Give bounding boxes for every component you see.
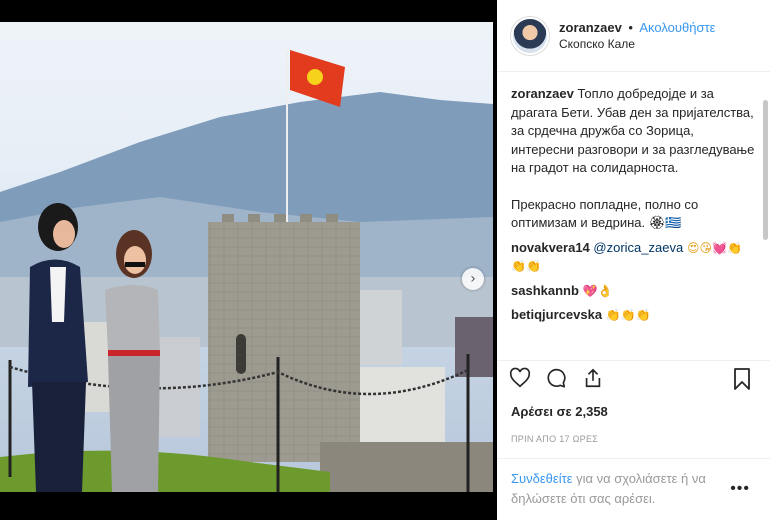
comment-text: 👏👏👏	[602, 308, 651, 322]
username-link[interactable]: zoranzaev	[559, 20, 622, 35]
post-photo[interactable]: ›	[0, 22, 493, 492]
likes-count[interactable]: Αρέσει σε 2,358	[511, 404, 608, 419]
heart-icon[interactable]	[509, 367, 531, 389]
comment-mention[interactable]: @zorica_zaeva	[593, 240, 683, 255]
caption: zoranzaev Топло добредојде и за драгата …	[511, 85, 756, 233]
next-image-button[interactable]: ›	[462, 268, 484, 290]
comments-list[interactable]: zoranzaev Топло добредојде и за драгата …	[511, 85, 756, 353]
comment-icon[interactable]	[545, 367, 567, 389]
comment-username[interactable]: sashkannb	[511, 283, 579, 298]
post-sidebar: zoranzaev • Ακολουθήστε Скопско Кале zor…	[497, 0, 770, 520]
header-text: zoranzaev • Ακολουθήστε Скопско Кале	[559, 20, 715, 52]
post-header: zoranzaev • Ακολουθήστε Скопско Кале	[497, 0, 770, 72]
comment-item: sashkannb 💖👌	[511, 282, 756, 301]
caption-username[interactable]: zoranzaev	[511, 86, 574, 101]
comment-username[interactable]: novakvera14	[511, 240, 590, 255]
share-icon[interactable]	[582, 367, 604, 389]
separator-dot: •	[628, 19, 633, 35]
comments-scrollbar[interactable]	[763, 100, 768, 240]
action-bar	[497, 360, 770, 400]
comment-text: 💖👌	[578, 283, 613, 298]
post-timestamp[interactable]: ΠΡΙΝ ΑΠΟ 17 ΩΡΕΣ	[511, 434, 598, 444]
caption-text-2: Прекрасно попладне, полно со оптимизам и…	[511, 196, 699, 231]
location-link[interactable]: Скопско Кале	[559, 36, 715, 52]
more-options-button[interactable]: •••	[730, 479, 750, 499]
comment-username[interactable]: betiqjurcevska	[511, 307, 602, 322]
follow-button[interactable]: Ακολουθήστε	[639, 20, 715, 35]
login-link[interactable]: Συνδεθείτε	[511, 471, 573, 486]
avatar[interactable]	[511, 16, 549, 55]
login-prompt: Συνδεθείτε για να σχολιάσετε ή να δηλώσε…	[497, 458, 770, 520]
photo-illustration	[0, 50, 493, 492]
comment-item: novakvera14 @zorica_zaeva 😍😘💓👏👏👏	[511, 239, 756, 276]
bookmark-icon[interactable]	[732, 367, 752, 391]
comment-item: betiqjurcevska 👏👏👏	[511, 306, 756, 325]
